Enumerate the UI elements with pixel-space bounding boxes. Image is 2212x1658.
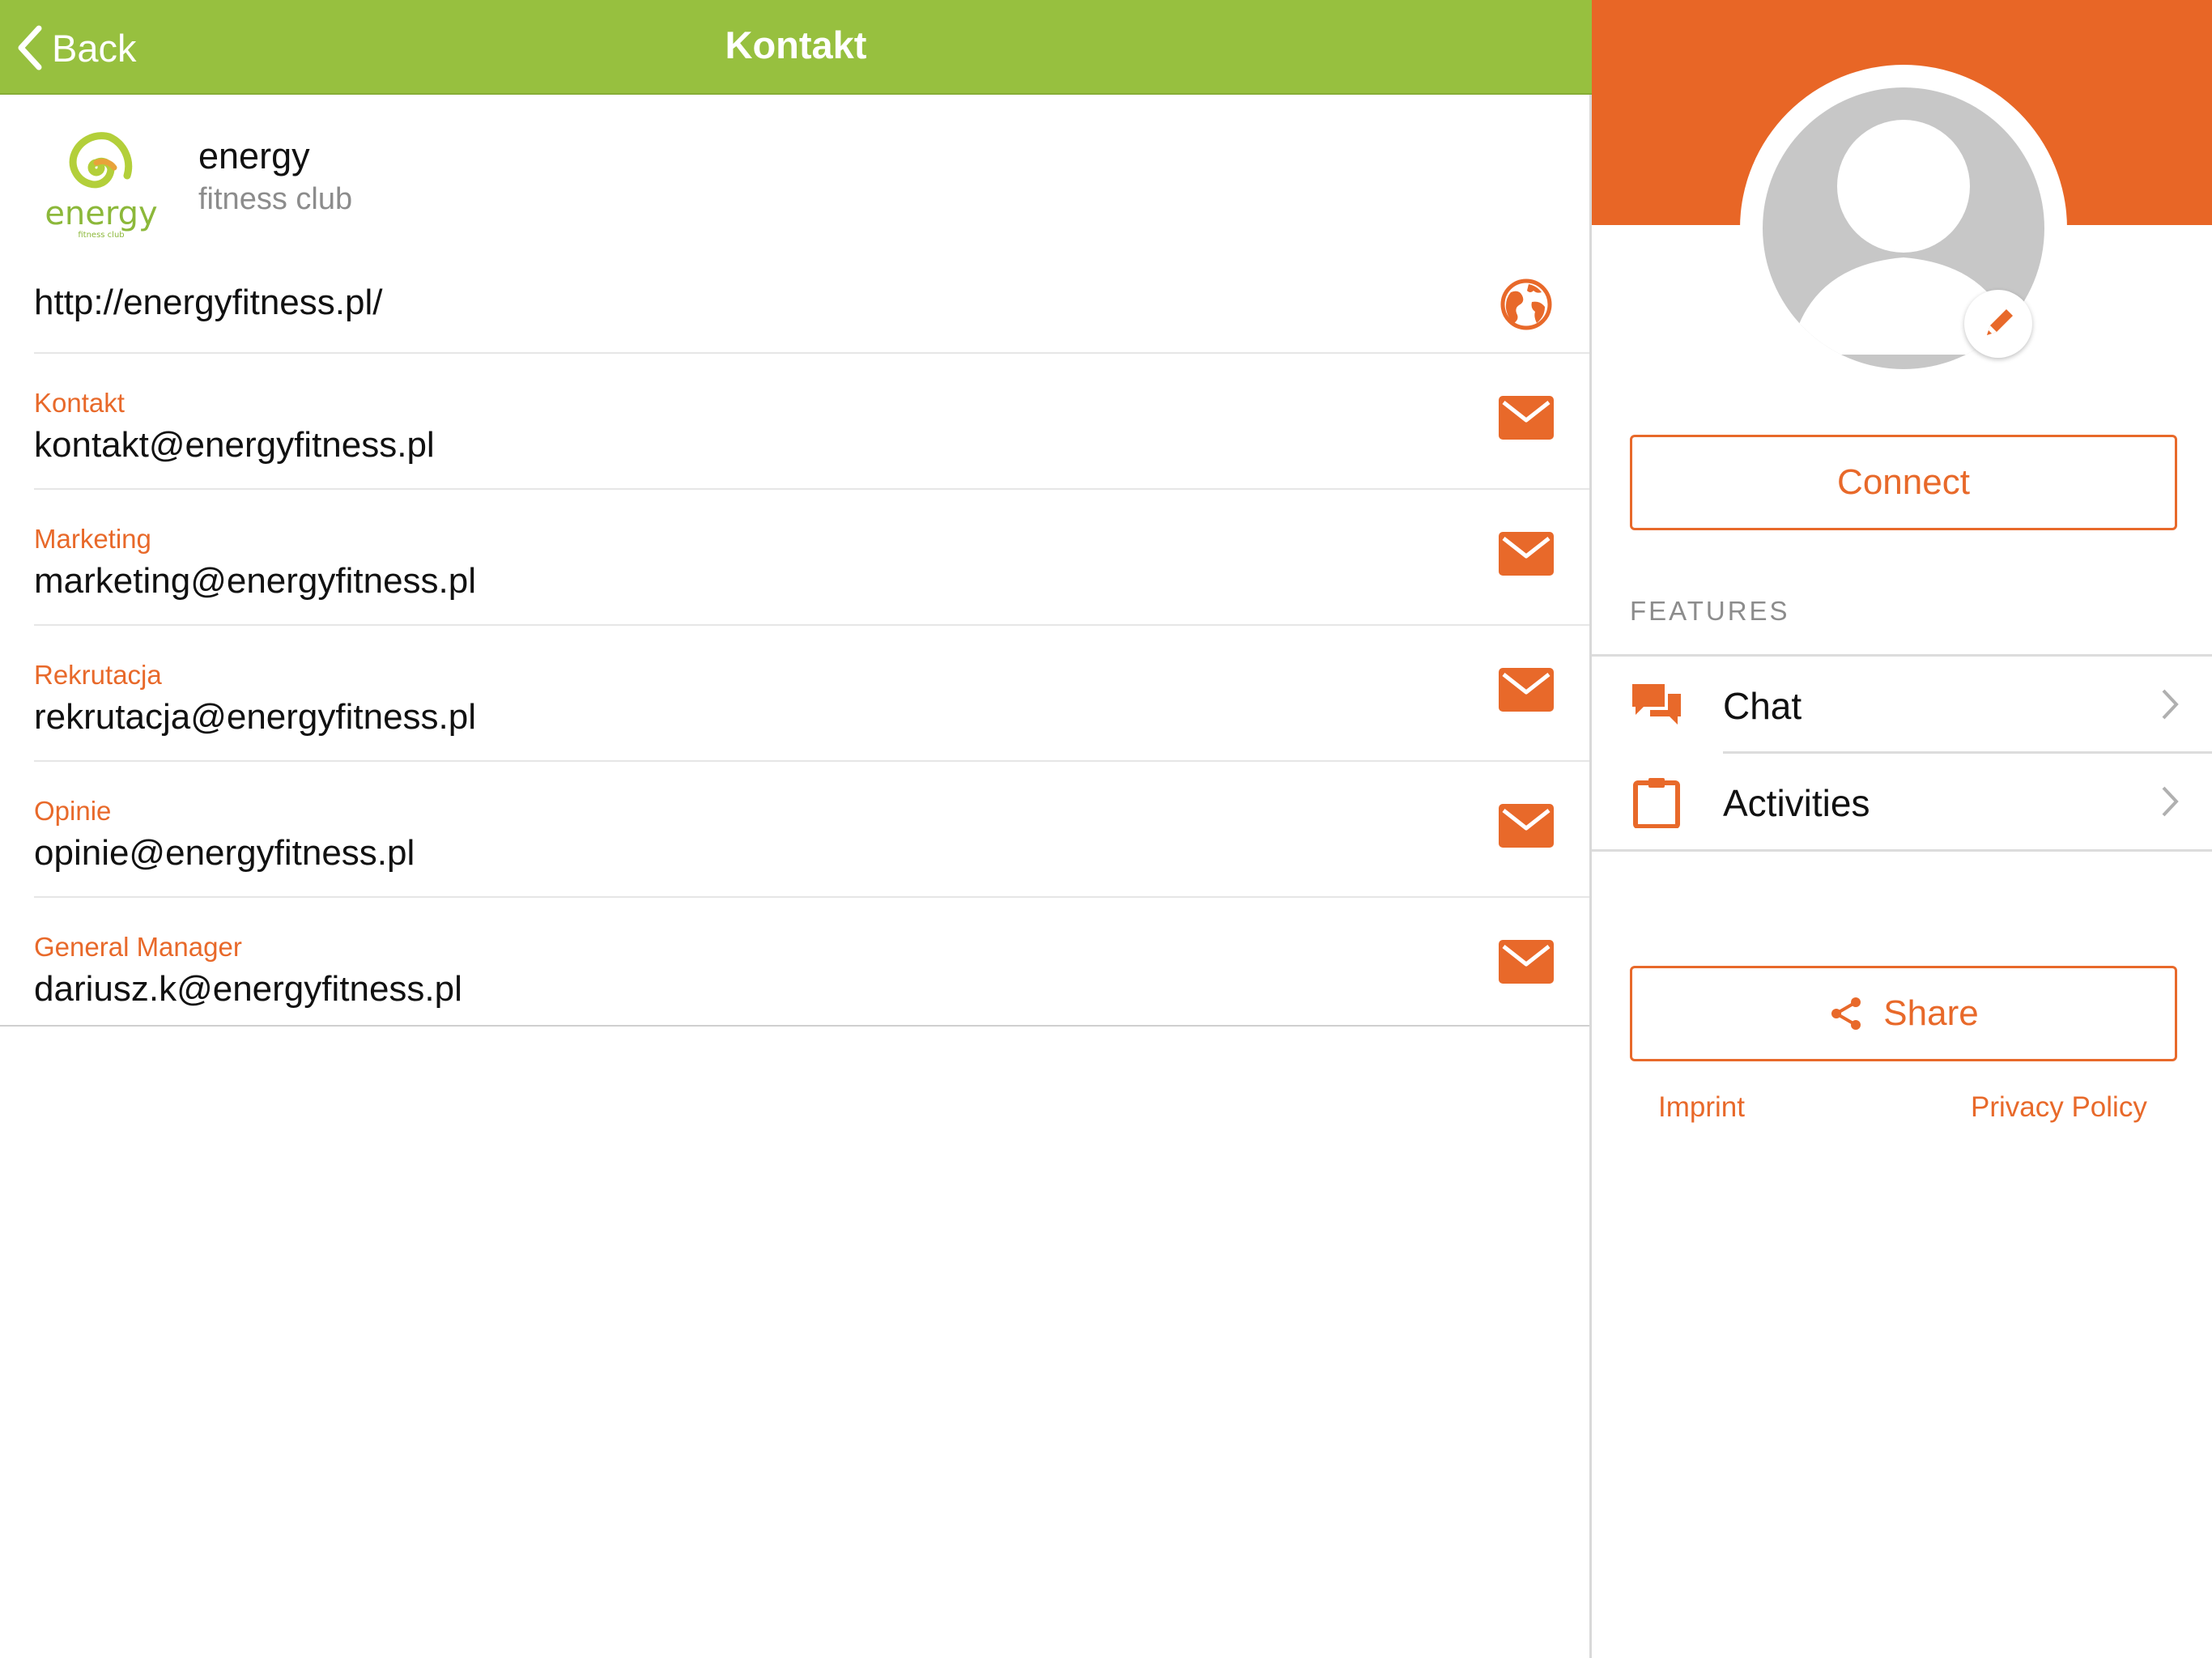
- contact-pane: Back Kontakt energy fitness club energy …: [0, 0, 1592, 1658]
- contact-email: rekrutacja@energyfitness.pl: [34, 697, 477, 737]
- contact-row-kontakt[interactable]: Kontakt kontakt@energyfitness.pl: [34, 354, 1589, 490]
- contact-row-general-manager[interactable]: General Manager dariusz.k@energyfitness.…: [34, 898, 1589, 1032]
- list-bottom-divider: [0, 1025, 1589, 1027]
- organization-header: energy fitness club energy fitness club: [0, 95, 1589, 265]
- share-label: Share: [1883, 993, 1979, 1033]
- connect-label: Connect: [1837, 462, 1970, 502]
- contact-label: Kontakt: [34, 388, 125, 418]
- chat-icon: [1632, 684, 1681, 725]
- contact-list: http://energyfitness.pl/ Kontakt kontakt…: [0, 265, 1589, 1032]
- globe-icon[interactable]: [1499, 278, 1553, 331]
- chevron-right-icon: [2162, 689, 2179, 720]
- contact-email: marketing@energyfitness.pl: [34, 561, 477, 601]
- website-row[interactable]: http://energyfitness.pl/: [34, 265, 1589, 354]
- contact-label: Opinie: [34, 796, 112, 826]
- imprint-link[interactable]: Imprint: [1658, 1091, 1745, 1124]
- features-section-label: FEATURES: [1630, 596, 1790, 626]
- page-title: Kontakt: [725, 23, 867, 66]
- contact-row-marketing[interactable]: Marketing marketing@energyfitness.pl: [34, 490, 1589, 626]
- chevron-right-icon: [2162, 786, 2179, 817]
- share-button[interactable]: Share: [1630, 966, 2177, 1061]
- envelope-icon[interactable]: [1499, 396, 1554, 440]
- organization-name: energy: [198, 135, 310, 176]
- feature-label: Chat: [1723, 685, 1802, 727]
- energy-logo: energy fitness club: [45, 132, 158, 240]
- contact-label: Marketing: [34, 524, 151, 554]
- logo-small-text: fitness club: [78, 231, 124, 240]
- contact-label: Rekrutacja: [34, 660, 162, 690]
- feature-label: Activities: [1723, 782, 1870, 824]
- pencil-icon: [1987, 309, 2013, 335]
- contact-row-opinie[interactable]: Opinie opinie@energyfitness.pl: [34, 762, 1589, 898]
- privacy-policy-link[interactable]: Privacy Policy: [1971, 1091, 2147, 1124]
- website-url: http://energyfitness.pl/: [34, 283, 383, 322]
- contact-email: kontakt@energyfitness.pl: [34, 425, 435, 465]
- feature-item-chat[interactable]: Chat: [1592, 657, 2212, 752]
- contact-label: General Manager: [34, 932, 242, 962]
- envelope-icon[interactable]: [1499, 940, 1554, 984]
- contact-row-rekrutacja[interactable]: Rekrutacja rekrutacja@energyfitness.pl: [34, 626, 1589, 762]
- connect-button[interactable]: Connect: [1630, 435, 2177, 530]
- feature-item-activities[interactable]: Activities: [1592, 754, 2212, 849]
- organization-subtitle: fitness club: [198, 182, 353, 216]
- profile-pane: Connect FEATURES Chat Activities Share I…: [1592, 0, 2212, 1658]
- envelope-icon[interactable]: [1499, 804, 1554, 848]
- envelope-icon[interactable]: [1499, 668, 1554, 712]
- clipboard-icon: [1633, 778, 1680, 828]
- share-icon: [1831, 997, 1861, 1030]
- logo-text: energy: [45, 195, 157, 232]
- contact-email: opinie@energyfitness.pl: [34, 833, 415, 873]
- features-bottom-divider: [1592, 849, 2212, 852]
- contact-email: dariusz.k@energyfitness.pl: [34, 969, 462, 1009]
- navigation-bar: Back Kontakt: [0, 0, 1592, 95]
- envelope-icon[interactable]: [1499, 532, 1554, 576]
- edit-avatar-button[interactable]: [1964, 290, 2032, 358]
